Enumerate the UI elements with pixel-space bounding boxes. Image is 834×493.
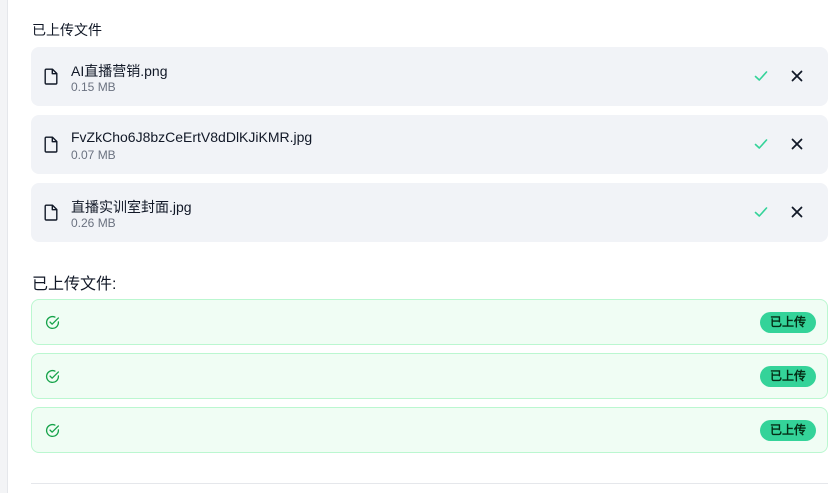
check-icon [754, 139, 768, 149]
close-icon [791, 206, 803, 218]
circle-check-icon [45, 369, 60, 383]
status-badge: 已上传 [759, 366, 816, 387]
uploaded-list: 已上传 已上传 已上传 [31, 299, 828, 461]
upload-heading: 已上传文件 [32, 22, 102, 38]
check-icon [754, 71, 768, 81]
file-card: FvZkCho6J8bzCeErtV8dDlKJiKMR.jpg 0.07 MB [31, 115, 828, 174]
file-card: 直播实训室封面.jpg 0.26 MB [31, 183, 828, 242]
file-list: AI直播营销.png 0.15 MB FvZkCho6J8bzCeErtV8dD… [31, 47, 828, 251]
file-icon [44, 204, 58, 221]
close-icon [791, 70, 803, 82]
file-icon [44, 136, 58, 153]
uploaded-row: 已上传 [31, 407, 828, 453]
file-size: 0.26 MB [71, 216, 116, 230]
uploaded-heading: 已上传文件: [32, 276, 117, 293]
left-rail [0, 0, 8, 493]
remove-file-button[interactable] [787, 202, 807, 222]
file-name: FvZkCho6J8bzCeErtV8dDlKJiKMR.jpg [71, 129, 313, 145]
divider [31, 483, 828, 484]
file-size: 0.15 MB [71, 80, 116, 94]
uploaded-row: 已上传 [31, 299, 828, 345]
circle-check-icon [45, 423, 60, 437]
uploaded-row: 已上传 [31, 353, 828, 399]
check-icon [754, 207, 768, 217]
circle-check-icon [45, 315, 60, 329]
file-card: AI直播营销.png 0.15 MB [31, 47, 828, 106]
close-icon [791, 138, 803, 150]
status-badge: 已上传 [759, 420, 816, 441]
status-badge: 已上传 [759, 312, 816, 333]
file-icon [44, 68, 58, 85]
file-size: 0.07 MB [71, 148, 116, 162]
remove-file-button[interactable] [787, 66, 807, 86]
remove-file-button[interactable] [787, 134, 807, 154]
file-name: 直播实训室封面.jpg [71, 199, 192, 215]
file-name: AI直播营销.png [71, 63, 168, 79]
